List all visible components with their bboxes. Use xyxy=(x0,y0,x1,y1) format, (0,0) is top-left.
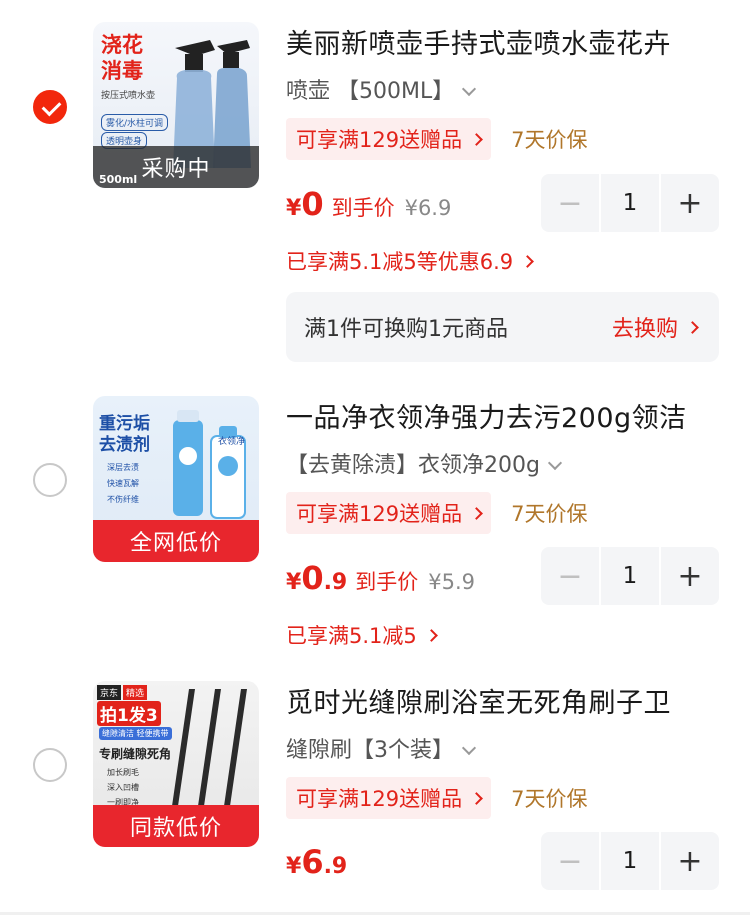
chevron-down-icon xyxy=(547,455,563,471)
spec-label: 喷壶 【500ML】 xyxy=(286,79,455,104)
chevron-right-icon xyxy=(424,628,438,642)
spec-selector[interactable]: 缝隙刷【3个装】 xyxy=(286,732,477,764)
final-price: ¥6.9 xyxy=(286,843,347,881)
chevron-right-icon xyxy=(470,132,483,146)
product-title[interactable]: 觅时光缝隙刷浴室无死角刷子卫 xyxy=(286,681,716,720)
price-integer: 6 xyxy=(301,843,324,881)
price-decimal: .9 xyxy=(323,570,348,595)
thumb-title: 重污垢去渍剂 xyxy=(99,414,150,455)
chevron-right-icon xyxy=(521,254,535,268)
spec-selector[interactable]: 【去黄除渍】衣领净200g xyxy=(286,447,563,479)
thumb-tag: 加长刷毛 xyxy=(107,768,139,777)
brush-icon xyxy=(171,689,247,813)
checkbox-unselected-icon[interactable] xyxy=(33,748,67,782)
quantity-stepper: − 1 + xyxy=(541,174,719,232)
product-image[interactable]: 京东 精选 拍1发3 缝隙清洁 轻便携带 专刷缝隙死角 加长刷毛 深入凹槽 一刷… xyxy=(93,681,259,847)
product-title[interactable]: 一品净衣领净强力去污200g领洁 xyxy=(286,396,716,435)
final-price-label: 到手价 xyxy=(355,570,419,594)
spec-label: 【去黄除渍】衣领净200g xyxy=(286,453,540,478)
checkbox-selected-icon[interactable] xyxy=(33,90,67,124)
price-protect-label: 7天价保 xyxy=(511,502,588,526)
promo-row: 可享满129送赠品 7天价保 xyxy=(286,777,587,819)
discount-info[interactable]: 已享满5.1减5等优惠6.9 xyxy=(286,246,535,276)
thumb-tag: 深入凹槽 xyxy=(107,783,139,792)
quantity-value[interactable]: 1 xyxy=(601,174,659,232)
swap-text: 满1件可换购1元商品 xyxy=(304,317,508,342)
price-row: ¥0 到手价 ¥6.9 xyxy=(286,185,451,223)
thumb-subtitle: 缝隙清洁 轻便携带 xyxy=(99,727,172,740)
chevron-right-icon xyxy=(470,506,483,520)
checkbox-unselected-icon[interactable] xyxy=(33,463,67,497)
thumb-heading: 专刷缝隙死角 xyxy=(99,747,172,761)
price-row: ¥6.9 xyxy=(286,843,347,881)
gift-promo-tag[interactable]: 可享满129送赠品 xyxy=(286,118,492,160)
swap-link[interactable]: 去换购 xyxy=(611,311,699,343)
original-price: ¥6.9 xyxy=(404,196,452,220)
spec-selector[interactable]: 喷壶 【500ML】 xyxy=(286,73,477,105)
discount-label: 已享满5.1减5等优惠6.9 xyxy=(286,250,514,274)
thumb-product-name: 衣领净 xyxy=(218,437,246,447)
chevron-right-icon xyxy=(686,320,699,334)
discount-label: 已享满5.1减5 xyxy=(286,624,417,648)
same-low-price-banner: 同款低价 xyxy=(93,805,259,847)
final-price: ¥0 xyxy=(286,185,324,223)
discount-info[interactable]: 已享满5.1减5 xyxy=(286,620,438,650)
decrease-button[interactable]: − xyxy=(541,832,599,890)
chevron-down-icon xyxy=(461,740,477,756)
thumb-tag: 深层去渍 xyxy=(107,463,139,472)
thumb-tag: 快速瓦解 xyxy=(107,479,139,488)
decrease-button[interactable]: − xyxy=(541,174,599,232)
price-protect-label: 7天价保 xyxy=(511,128,588,152)
thumb-tag: 不伤纤维 xyxy=(107,495,139,504)
promo-row: 可享满129送赠品 7天价保 xyxy=(286,492,587,534)
thumb-title: 拍1发3 xyxy=(97,701,161,726)
decrease-button[interactable]: − xyxy=(541,547,599,605)
increase-button[interactable]: + xyxy=(661,174,719,232)
price-decimal: .9 xyxy=(323,854,348,879)
swap-purchase-bar: 满1件可换购1元商品 去换购 xyxy=(286,292,719,362)
promo-label: 可享满129送赠品 xyxy=(296,787,463,811)
quantity-value[interactable]: 1 xyxy=(601,547,659,605)
gift-promo-tag[interactable]: 可享满129送赠品 xyxy=(286,492,492,534)
detergent-bottle-icon xyxy=(173,410,246,519)
product-title[interactable]: 美丽新喷壶手持式壶喷水壶花卉 xyxy=(286,22,716,61)
product-image[interactable]: 重污垢去渍剂 深层去渍 快速瓦解 不伤纤维 衣领净 全网低价 xyxy=(93,396,259,562)
quantity-stepper: − 1 + xyxy=(541,832,719,890)
spec-label: 缝隙刷【3个装】 xyxy=(286,738,454,763)
promo-row: 可享满129送赠品 7天价保 xyxy=(286,118,587,160)
lowest-price-banner: 全网低价 xyxy=(93,520,259,562)
currency-symbol: ¥ xyxy=(286,570,302,595)
price-integer: 0 xyxy=(301,559,324,597)
currency-symbol: ¥ xyxy=(286,196,302,221)
promo-label: 可享满129送赠品 xyxy=(296,502,463,526)
thumb-subtitle: 按压式喷水壶 xyxy=(101,91,156,101)
final-price-label: 到手价 xyxy=(331,196,395,220)
promo-label: 可享满129送赠品 xyxy=(296,128,463,152)
thumb-title: 浇花消毒 xyxy=(101,33,143,83)
thumb-corner-label: 500ml xyxy=(99,173,138,186)
chevron-down-icon xyxy=(462,81,477,97)
price-integer: 0 xyxy=(301,185,324,223)
price-row: ¥0.9 到手价 ¥5.9 xyxy=(286,559,475,597)
currency-symbol: ¥ xyxy=(286,854,302,879)
quantity-value[interactable]: 1 xyxy=(601,832,659,890)
price-protect-label: 7天价保 xyxy=(511,787,588,811)
thumb-badge: 京东 xyxy=(97,685,122,700)
original-price: ¥5.9 xyxy=(428,570,476,594)
gift-promo-tag[interactable]: 可享满129送赠品 xyxy=(286,777,492,819)
product-image[interactable]: 浇花消毒 按压式喷水壶 雾化/水柱可调 透明壶身 500ml 采购中 xyxy=(93,22,259,188)
thumb-badge: 精选 xyxy=(123,685,148,700)
chevron-right-icon xyxy=(470,791,483,805)
increase-button[interactable]: + xyxy=(661,832,719,890)
increase-button[interactable]: + xyxy=(661,547,719,605)
swap-link-label: 去换购 xyxy=(611,317,678,342)
quantity-stepper: − 1 + xyxy=(541,547,719,605)
final-price: ¥0.9 xyxy=(286,559,347,597)
